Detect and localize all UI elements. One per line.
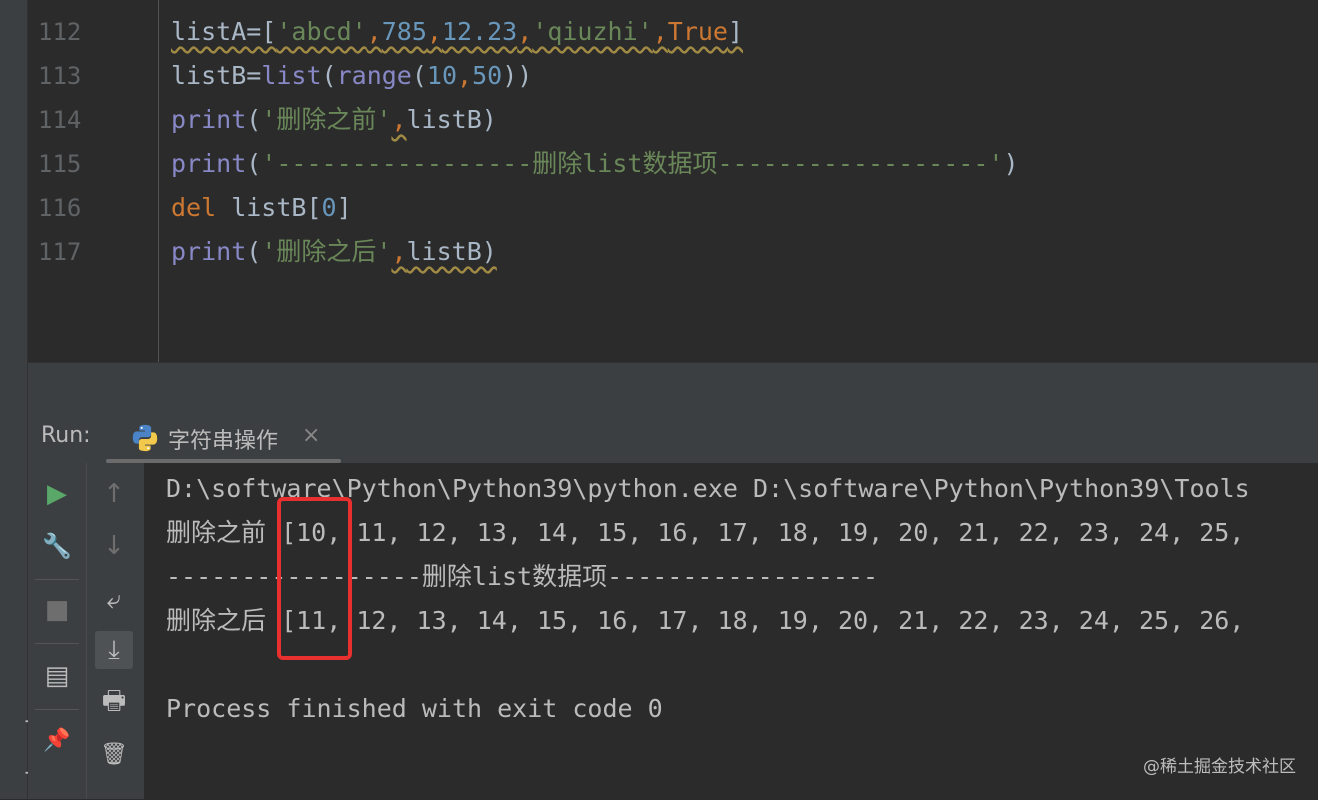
code-token: )) xyxy=(502,61,533,90)
code-token: listB) xyxy=(406,105,497,134)
line-number: 115 xyxy=(38,150,82,178)
code-editor[interactable]: 112 113 114 115 116 117 listA=['abcd',78… xyxy=(28,0,1318,362)
code-token: list xyxy=(261,61,322,90)
code-token: ( xyxy=(246,237,262,266)
code-token: ] xyxy=(336,193,352,222)
console-text: 删除之前 xyxy=(166,518,267,547)
code-token: , xyxy=(391,105,407,134)
code-token: , xyxy=(652,17,668,46)
line-gutter: 112 113 114 115 116 117 xyxy=(28,0,158,362)
code-token: , xyxy=(426,17,442,46)
code-line-116[interactable]: del listB[0] xyxy=(171,186,352,230)
code-token: ( xyxy=(246,105,262,134)
code-token: 785 xyxy=(381,17,427,46)
code-token: 10 xyxy=(426,61,458,90)
line-number: 112 xyxy=(38,18,82,46)
close-icon[interactable]: × xyxy=(302,423,320,448)
code-token: '-----------------删除list数据项-------------… xyxy=(261,149,1004,178)
code-token: print xyxy=(171,237,247,266)
print-icon[interactable]: 🖶 xyxy=(95,685,133,723)
code-token: , xyxy=(517,17,533,46)
line-number: 114 xyxy=(38,106,82,134)
code-token: ] xyxy=(727,17,744,46)
run-tab[interactable]: 字符串操作 × xyxy=(106,411,341,463)
console-text: 删除之后 xyxy=(166,606,267,635)
layout-icon[interactable]: ▤ xyxy=(38,657,76,695)
code-token: ( xyxy=(411,61,427,90)
code-token: 0 xyxy=(321,193,337,222)
bookmarks-strip: ookmarks xyxy=(0,0,46,800)
line-number: 116 xyxy=(38,194,82,222)
toolbar-separator xyxy=(35,709,79,710)
gutter-divider xyxy=(158,0,159,362)
python-icon xyxy=(132,424,158,452)
code-token: ) xyxy=(1003,149,1019,178)
code-line-113[interactable]: listB=list(range(10,50)) xyxy=(171,54,532,98)
console-text: [10, 11, 12, 13, 14, 15, 16, 17, 18, 19,… xyxy=(266,518,1245,547)
line-number: 117 xyxy=(38,238,82,266)
pin-icon[interactable]: 📌 xyxy=(38,721,76,759)
run-panel-header: Run: 字符串操作 × xyxy=(28,411,1318,463)
stop-icon[interactable]: ■ xyxy=(38,591,76,629)
code-token: ( xyxy=(246,149,262,178)
panel-divider[interactable] xyxy=(28,362,1318,412)
console-text: [11, 12, 13, 14, 15, 16, 17, 18, 19, 20,… xyxy=(266,606,1245,635)
code-token: range xyxy=(336,61,412,90)
code-token: True xyxy=(667,17,728,46)
down-arrow-icon[interactable]: ↓ xyxy=(95,527,133,565)
code-token: '删除之前' xyxy=(261,105,392,134)
code-token: 12.23 xyxy=(441,17,518,46)
toolbar-separator xyxy=(35,579,79,580)
console-line: Process finished with exit code 0 xyxy=(166,694,663,723)
code-token: , xyxy=(391,237,407,266)
code-token: del xyxy=(171,193,217,222)
soft-wrap-icon[interactable]: ⤶ xyxy=(95,581,133,619)
code-token: , xyxy=(366,17,382,46)
run-toolbar: ▶ 🔧 ■ ▤ 📌 ↑ ↓ ⤶ ⤓ 🖶 🗑 xyxy=(28,463,144,799)
code-token: 'qiuzhi' xyxy=(532,17,653,46)
trash-icon[interactable]: 🗑 xyxy=(95,735,133,773)
code-token: '删除之后' xyxy=(261,237,392,266)
code-token: print xyxy=(171,105,247,134)
code-token: listB) xyxy=(406,237,497,266)
run-label: Run: xyxy=(41,423,91,448)
up-arrow-icon[interactable]: ↑ xyxy=(95,475,133,513)
scroll-to-end-icon[interactable]: ⤓ xyxy=(95,631,133,669)
rerun-icon[interactable]: ▶ xyxy=(38,475,76,513)
code-token: ( xyxy=(321,61,337,90)
console-line: -----------------删除list数据项--------------… xyxy=(166,562,878,591)
run-tab-label: 字符串操作 xyxy=(168,429,279,454)
code-line-112[interactable]: listA=['abcd',785,12.23,'qiuzhi',True] xyxy=(171,10,743,54)
toolbar-separator xyxy=(35,643,79,644)
toolbar-divider xyxy=(86,463,87,799)
code-token: listB= xyxy=(171,61,262,90)
code-token: listB[ xyxy=(216,193,322,222)
code-line-117[interactable]: print('删除之后',listB) xyxy=(171,230,497,274)
highlight-annotation xyxy=(277,497,352,660)
settings-icon[interactable]: 🔧 xyxy=(38,527,76,565)
code-line-115[interactable]: print('-----------------删除list数据项-------… xyxy=(171,142,1019,186)
line-number: 113 xyxy=(38,62,82,90)
watermark: @稀土掘金技术社区 xyxy=(1143,757,1296,777)
code-token: listA=[ xyxy=(171,17,277,46)
code-token: 50 xyxy=(472,61,503,90)
code-token: 'abcd' xyxy=(276,17,367,46)
code-line-114[interactable]: print('删除之前',listB) xyxy=(171,98,497,142)
code-token: , xyxy=(457,61,473,90)
code-token: print xyxy=(171,149,247,178)
